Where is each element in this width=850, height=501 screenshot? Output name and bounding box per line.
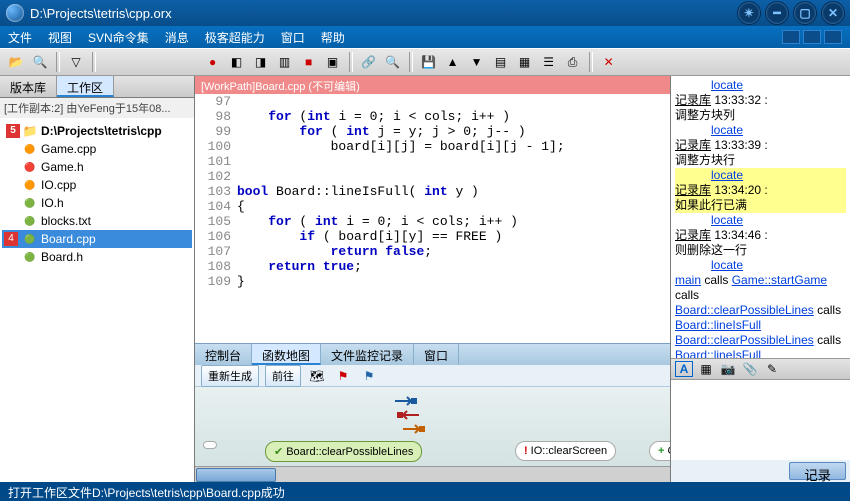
map-icon[interactable]: 🗺 [307,366,327,386]
map-node[interactable]: !IO::clearScreen [515,441,616,461]
maximize-button[interactable]: ▢ [794,2,816,24]
tree-header: [工作副本:2] 由YeFeng于15年08... [0,98,194,118]
locate-link[interactable]: locate [711,168,743,182]
tool-icon[interactable]: ◨ [251,52,271,72]
locate-link[interactable]: locate [711,78,743,92]
log-panel[interactable]: locate记录库 13:33:32 :调整方块列locate记录库 13:33… [671,76,850,358]
tab-repo[interactable]: 版本库 [0,76,57,97]
menu-file[interactable]: 文件 [8,29,32,46]
right-panel: locate记录库 13:33:32 :调整方块列locate记录库 13:33… [670,76,850,482]
tool-icon[interactable]: ▥ [275,52,295,72]
folder-icon: 📁 [22,124,38,138]
menu-svn[interactable]: SVN命令集 [88,29,149,46]
settings-icon[interactable]: ✴ [738,2,760,24]
palette-icon[interactable]: ▦ [697,361,715,377]
editor-header: [WorkPath]Board.cpp (不可编辑) [195,76,670,94]
text-icon[interactable]: A [675,361,693,377]
tab-workspace[interactable]: 工作区 [57,76,114,97]
titlebar: D:\Projects\tetris\cpp.orx ✴ ━ ▢ ✕ [0,0,850,26]
search-icon[interactable]: 🔍 [30,52,50,72]
call-link[interactable]: main [675,273,701,287]
close-button[interactable]: ✕ [822,2,844,24]
record-button[interactable]: 记录 [789,462,846,480]
tab-filewatch[interactable]: 文件监控记录 [321,344,414,365]
locate-link[interactable]: locate [711,123,743,137]
tool-icon[interactable]: ▣ [323,52,343,72]
file-icon: 🔴 [22,160,38,174]
tree-file[interactable]: 🟢Board.h [2,248,192,266]
call-link[interactable]: Game::startGame [732,273,827,287]
edit-icon[interactable]: ✎ [763,361,781,377]
tree-root[interactable]: 5 📁 D:\Projects\tetris\cpp [2,122,192,140]
tree-file[interactable]: 🔴Game.h [2,158,192,176]
call-link[interactable]: Board::lineIsFull [675,348,761,358]
call-link[interactable]: Board::clearPossibleLines [675,303,814,317]
up-icon[interactable]: ▲ [443,52,463,72]
down-icon[interactable]: ▼ [467,52,487,72]
tree-file[interactable]: 4🟢Board.cpp [2,230,192,248]
regen-button[interactable]: 重新生成 [201,365,259,387]
stop-icon[interactable]: ■ [299,52,319,72]
tree-file[interactable]: 🟠Game.cpp [2,140,192,158]
toolbar: 📂 🔍 ▽ ● ◧ ◨ ▥ ■ ▣ 🔗 🔍 💾 ▲ ▼ ▤ ▦ ☰ ⎙ ✕ [0,48,850,76]
menu-view[interactable]: 视图 [48,29,72,46]
file-tree: 5 📁 D:\Projects\tetris\cpp 🟠Game.cpp🔴Gam… [0,118,194,482]
note-input[interactable] [671,380,850,460]
tool-icon[interactable]: ▤ [491,52,511,72]
file-icon: 🟠 [22,178,38,192]
left-panel: 版本库 工作区 [工作副本:2] 由YeFeng于15年08... 5 📁 D:… [0,76,195,482]
tab-window[interactable]: 窗口 [414,344,459,365]
file-icon: 🟢 [22,250,38,264]
tool-icon[interactable]: ▦ [515,52,535,72]
tab-console[interactable]: 控制台 [195,344,252,365]
locate-link[interactable]: locate [711,258,743,272]
camera-icon[interactable]: 📷 [719,361,737,377]
change-badge: 5 [6,124,20,138]
file-icon: 🟢 [22,196,38,210]
layout-icon[interactable] [782,30,800,44]
close-icon[interactable]: ✕ [599,52,619,72]
zoom-icon[interactable]: 🔍 [383,52,403,72]
goto-button[interactable]: 前往 [265,365,301,387]
tree-file[interactable]: 🟢blocks.txt [2,212,192,230]
app-icon [6,4,24,22]
flag-icon[interactable]: ⚑ [333,366,353,386]
map-node[interactable] [203,441,217,449]
window-title: D:\Projects\tetris\cpp.orx [30,6,738,21]
locate-link[interactable]: locate [711,213,743,227]
minimize-button[interactable]: ━ [766,2,788,24]
function-map[interactable]: ✔Board::clearPossibleLines !IO::clearScr… [195,387,670,482]
tree-file[interactable]: 🟢IO.h [2,194,192,212]
attach-icon[interactable]: 📎 [741,361,759,377]
link-icon[interactable]: 🔗 [359,52,379,72]
flag-icon[interactable]: ⚑ [359,366,379,386]
file-icon: 🟢 [22,214,38,228]
map-scrollbar[interactable] [195,466,670,482]
menu-help[interactable]: 帮助 [321,29,345,46]
map-node[interactable]: +Game::cmdRight [649,441,670,461]
record-icon[interactable]: ● [203,52,223,72]
filter-icon[interactable]: ▽ [66,52,86,72]
file-icon: 🟢 [22,232,38,246]
menu-window[interactable]: 窗口 [281,29,305,46]
print-icon[interactable]: ⎙ [563,52,583,72]
layout-icon[interactable] [824,30,842,44]
menubar: 文件 视图 SVN命令集 消息 极客超能力 窗口 帮助 [0,26,850,48]
open-icon[interactable]: 📂 [6,52,26,72]
layout-icon[interactable] [803,30,821,44]
menu-message[interactable]: 消息 [165,29,189,46]
code-editor[interactable]: 9798 for (int i = 0; i < cols; i++ )99 f… [195,94,670,343]
tool-icon[interactable]: ◧ [227,52,247,72]
statusbar: 打开工作区文件D:\Projects\tetris\cpp\Board.cpp成… [0,482,850,500]
tab-funcmap[interactable]: 函数地图 [252,344,321,365]
save-icon[interactable]: 💾 [419,52,439,72]
menu-geek[interactable]: 极客超能力 [205,29,265,46]
tree-file[interactable]: 🟠IO.cpp [2,176,192,194]
map-node-current[interactable]: ✔Board::clearPossibleLines [265,441,422,462]
tool-icon[interactable]: ☰ [539,52,559,72]
file-icon: 🟠 [22,142,38,156]
call-link[interactable]: Board::clearPossibleLines [675,333,814,347]
call-link[interactable]: Board::lineIsFull [675,318,761,332]
